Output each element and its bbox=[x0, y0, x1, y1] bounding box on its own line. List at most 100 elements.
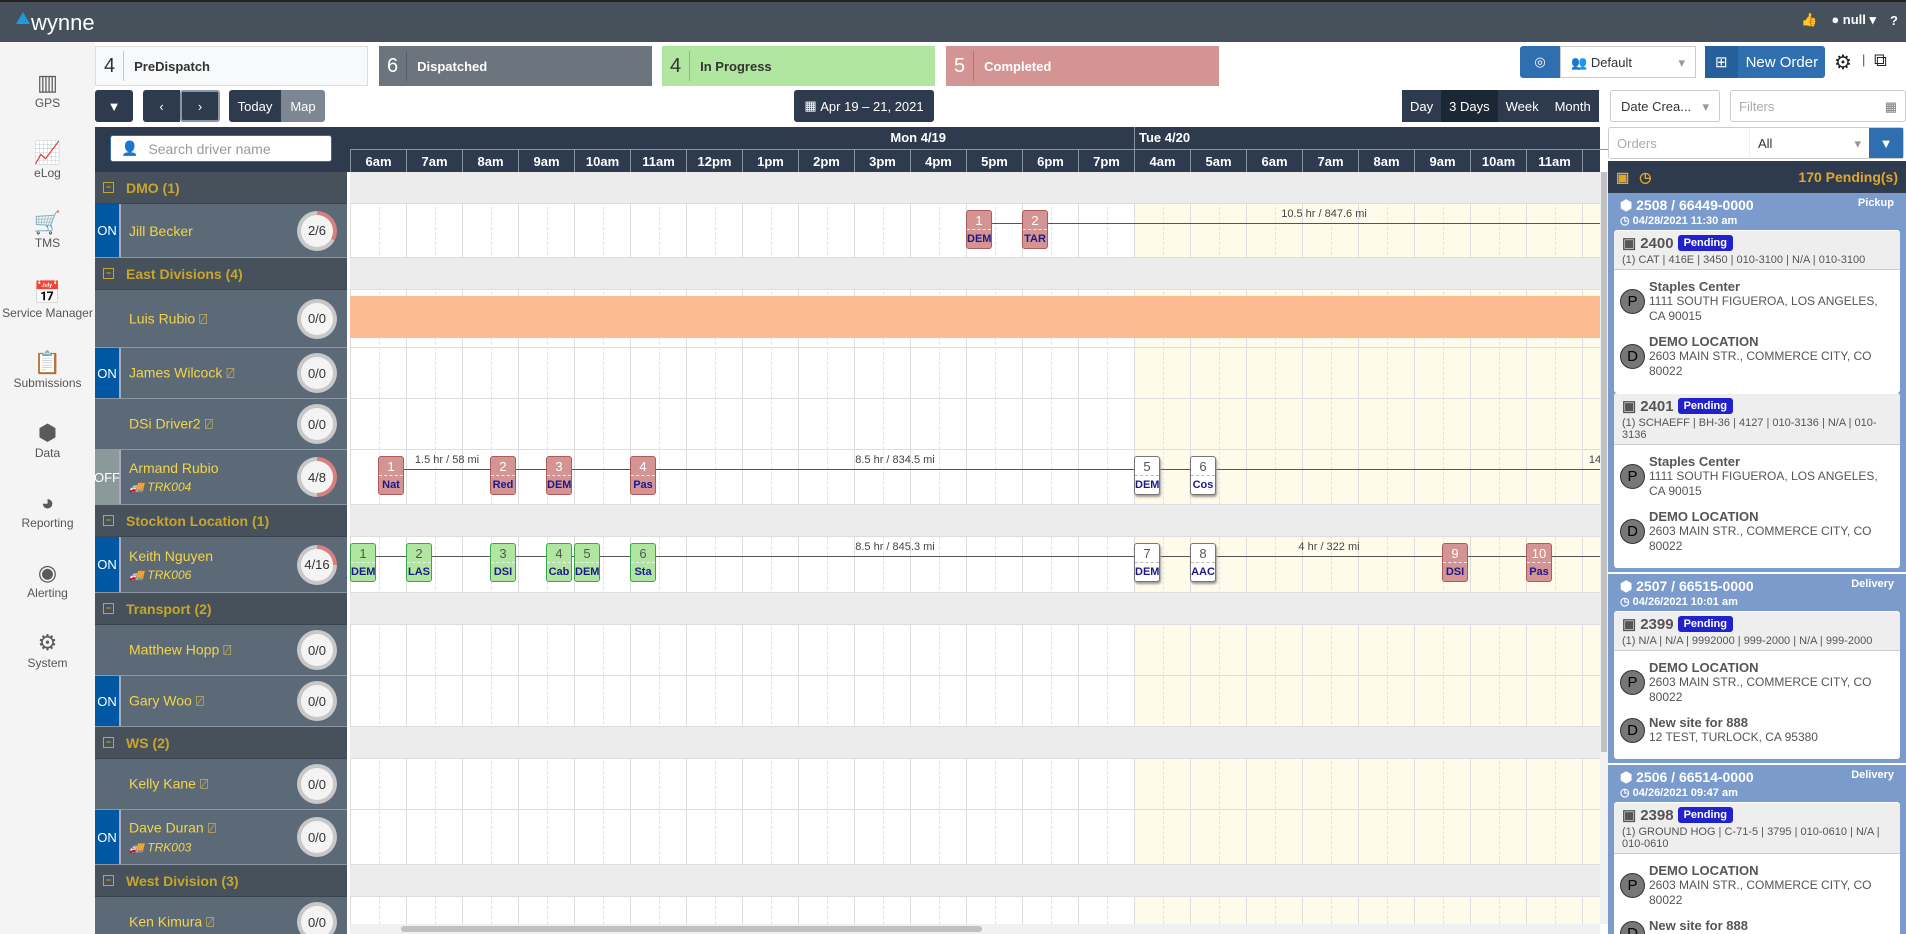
nav-item-tms[interactable]: 🛒 TMS bbox=[0, 210, 95, 250]
help-icon[interactable]: ? bbox=[1890, 13, 1898, 28]
order-type-select[interactable]: All ▾ bbox=[1749, 128, 1869, 158]
driver-group[interactable]: − West Division (3) bbox=[95, 865, 347, 897]
stop-marker[interactable]: 3 DEM bbox=[546, 456, 572, 495]
order-id[interactable]: 2506 / 66514-0000 bbox=[1636, 769, 1754, 785]
driver-name[interactable]: Gary Woo bbox=[129, 693, 192, 709]
user-menu[interactable]: ● null ▾ bbox=[1831, 12, 1876, 28]
collapse-icon[interactable]: − bbox=[103, 603, 114, 614]
driver-row[interactable]: ON James Wilcock ⍁ 0/0 bbox=[95, 348, 347, 399]
order-id[interactable]: 2507 / 66515-0000 bbox=[1636, 578, 1754, 594]
map-button[interactable]: Map bbox=[281, 90, 325, 122]
stop-marker[interactable]: 6 Sta bbox=[630, 543, 656, 582]
driver-name[interactable]: Jill Becker bbox=[129, 223, 193, 239]
driver-name[interactable]: Luis Rubio bbox=[129, 310, 195, 326]
driver-name[interactable]: Keith Nguyen bbox=[129, 548, 213, 564]
view-week[interactable]: Week bbox=[1497, 90, 1547, 122]
status-completed[interactable]: 5 Completed bbox=[946, 46, 1219, 86]
nav-item-submissions[interactable]: 📋 Submissions bbox=[0, 350, 95, 390]
new-order-button[interactable]: ⊞ New Order bbox=[1705, 46, 1825, 78]
next-button[interactable]: › bbox=[180, 90, 220, 122]
driver-view-icon[interactable]: ⧉ bbox=[1874, 50, 1887, 71]
stop-marker[interactable]: 2 LAS bbox=[406, 543, 432, 582]
driver-group[interactable]: − Transport (2) bbox=[95, 593, 347, 625]
stop-marker[interactable]: 1 DEM bbox=[350, 543, 376, 582]
order-item[interactable]: ▣ 2399 Pending (1) N/A | N/A | 9992000 | 99… bbox=[1614, 611, 1900, 650]
driver-row[interactable]: ON Jill Becker 2/6 bbox=[95, 204, 347, 258]
logo[interactable]: wynne bbox=[16, 10, 95, 36]
order-item[interactable]: ▣ 2401 Pending (1) SCHAEFF | BH-36 | 4127 |… bbox=[1614, 393, 1900, 444]
driver-name[interactable]: Armand Rubio bbox=[129, 460, 219, 476]
stop-marker[interactable]: 4 Pas bbox=[630, 456, 656, 495]
thumbs-up-icon[interactable]: 👍 bbox=[1801, 12, 1817, 28]
driver-row[interactable]: ON Gary Woo ⍁ 0/0 bbox=[95, 676, 347, 727]
driver-row[interactable]: DSi Driver2 ⍁ 0/0 bbox=[95, 399, 347, 450]
driver-group[interactable]: − WS (2) bbox=[95, 727, 347, 759]
dispatch-profile-button[interactable]: ◎ bbox=[1520, 46, 1560, 78]
driver-search-input[interactable]: 👤 Search driver name bbox=[110, 135, 332, 162]
stop-marker[interactable]: 3 DSI bbox=[490, 543, 516, 582]
driver-group[interactable]: − East Divisions (4) bbox=[95, 258, 347, 290]
stop-marker[interactable]: 1 Nat bbox=[378, 456, 404, 495]
time-off-bar[interactable] bbox=[350, 296, 1600, 338]
driver-name[interactable]: Matthew Hopp bbox=[129, 642, 219, 658]
driver-name[interactable]: James Wilcock bbox=[129, 365, 222, 381]
collapse-icon[interactable]: − bbox=[103, 182, 114, 193]
stop-marker[interactable]: 5 DEM bbox=[1134, 456, 1160, 495]
clock-icon[interactable]: ◷ bbox=[1639, 169, 1651, 186]
driver-row[interactable]: ON Keith Nguyen 🚚 TRK006 4/16 bbox=[95, 537, 347, 593]
order-card[interactable]: ⬢ 2507 / 66515-0000 Delivery ◷ 04/26/2021 … bbox=[1608, 574, 1906, 765]
driver-group[interactable]: − DMO (1) bbox=[95, 172, 347, 204]
status-in-progress[interactable]: 4 In Progress bbox=[662, 46, 935, 86]
stop-marker[interactable]: 6 Cos bbox=[1190, 456, 1216, 495]
stop-marker[interactable]: 2 TAR bbox=[1022, 210, 1048, 249]
stop-marker[interactable]: 10 Pas bbox=[1526, 543, 1552, 582]
prev-button[interactable]: ‹ bbox=[143, 90, 180, 122]
stop-marker[interactable]: 8 AAC bbox=[1190, 543, 1216, 582]
sort-select[interactable]: Date Crea... ▾ bbox=[1610, 90, 1720, 122]
filter-button[interactable]: ▼ bbox=[95, 90, 133, 122]
stop-marker[interactable]: 2 Red bbox=[490, 456, 516, 495]
nav-item-data[interactable]: ⬢ Data bbox=[0, 420, 95, 460]
profile-select[interactable]: 👥 Default ▾ bbox=[1560, 46, 1696, 78]
nav-item-elog[interactable]: 📈 eLog bbox=[0, 140, 95, 180]
orders-search-input[interactable]: Orders bbox=[1609, 128, 1749, 158]
nav-item-gps[interactable]: ▥ GPS bbox=[0, 70, 95, 110]
status-dispatched[interactable]: 6 Dispatched bbox=[379, 46, 652, 86]
stop-marker[interactable]: 4 Cab bbox=[546, 543, 572, 582]
settings-icon[interactable]: ⚙ bbox=[1834, 50, 1852, 75]
driver-row[interactable]: Luis Rubio ⍁ 0/0 bbox=[95, 290, 347, 348]
collapse-icon[interactable]: − bbox=[103, 875, 114, 886]
filters-input[interactable]: Filters ▦ bbox=[1730, 90, 1906, 122]
collapse-icon[interactable]: − bbox=[103, 737, 114, 748]
driver-name[interactable]: Dave Duran bbox=[129, 820, 204, 836]
driver-row[interactable]: OFF Armand Rubio 🚚 TRK004 4/8 bbox=[95, 450, 347, 505]
stop-marker[interactable]: 9 DSI bbox=[1442, 543, 1468, 582]
view-3-days[interactable]: 3 Days bbox=[1441, 90, 1498, 122]
order-item[interactable]: ▣ 2400 Pending (1) CAT | 416E | 3450 | 010-… bbox=[1614, 230, 1900, 269]
collapse-icon[interactable]: − bbox=[103, 515, 114, 526]
horizontal-scrollbar[interactable] bbox=[350, 924, 1600, 934]
order-item[interactable]: ▣ 2398 Pending (1) GROUND HOG | C-71-5 | 37… bbox=[1614, 802, 1900, 853]
map-marker-icon[interactable]: ▣ bbox=[1616, 169, 1629, 186]
driver-name[interactable]: Kelly Kane bbox=[129, 776, 196, 792]
order-id[interactable]: 2508 / 66449-0000 bbox=[1636, 197, 1754, 213]
status-predispatch[interactable]: 4 PreDispatch bbox=[95, 46, 368, 86]
nav-item-reporting[interactable]: ◕ Reporting bbox=[0, 490, 95, 530]
view-day[interactable]: Day bbox=[1402, 90, 1442, 122]
collapse-icon[interactable]: − bbox=[103, 268, 114, 279]
stop-marker[interactable]: 7 DEM bbox=[1134, 543, 1160, 582]
driver-group[interactable]: − Stockton Location (1) bbox=[95, 505, 347, 537]
view-month[interactable]: Month bbox=[1546, 90, 1599, 122]
orders-filter-button[interactable]: ▼ bbox=[1869, 128, 1903, 158]
driver-row[interactable]: Kelly Kane ⍁ 0/0 bbox=[95, 759, 347, 810]
order-card[interactable]: ⬢ 2508 / 66449-0000 Pickup ◷ 04/28/2021 11… bbox=[1608, 193, 1906, 574]
nav-item-service-manager[interactable]: 📅 Service Manager bbox=[0, 280, 95, 320]
stop-marker[interactable]: 5 DEM bbox=[574, 543, 600, 582]
driver-row[interactable]: Ken Kimura ⍁ 0/0 bbox=[95, 897, 347, 934]
driver-name[interactable]: DSi Driver2 bbox=[129, 416, 201, 432]
nav-item-alerting[interactable]: ◉ Alerting bbox=[0, 560, 95, 600]
driver-row[interactable]: Matthew Hopp ⍁ 0/0 bbox=[95, 625, 347, 676]
vertical-scrollbar[interactable] bbox=[1600, 172, 1608, 924]
driver-row[interactable]: ON Dave Duran ⍁ 🚚 TRK003 0/0 bbox=[95, 810, 347, 865]
today-button[interactable]: Today bbox=[229, 90, 281, 122]
